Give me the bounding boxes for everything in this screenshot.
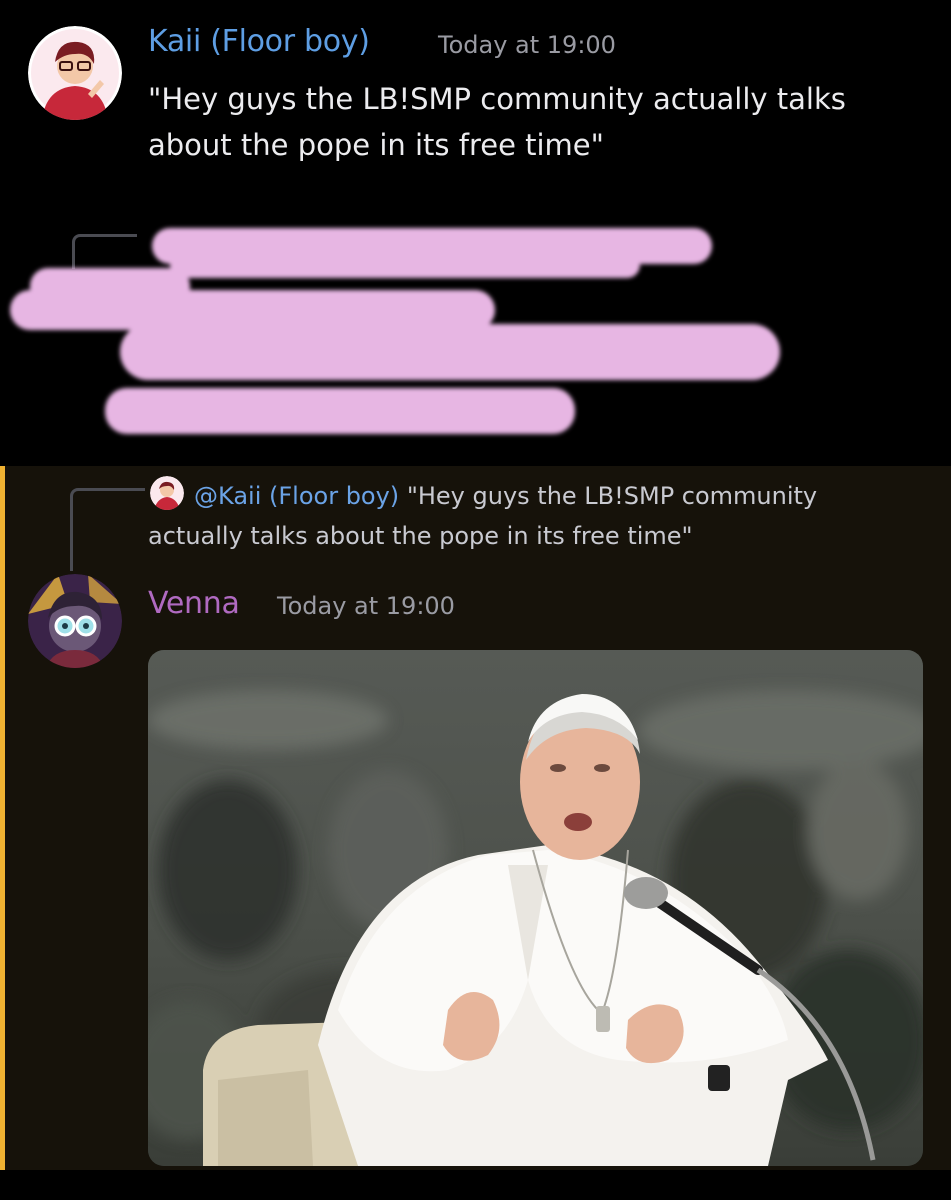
- bottom-edge: [0, 1170, 951, 1200]
- reply-spine: [70, 488, 145, 571]
- redacted-scribble: [10, 228, 780, 434]
- venna-username[interactable]: Venna: [148, 586, 240, 621]
- message-text: "Hey guys the LB!SMP community actually …: [148, 82, 846, 162]
- kaii-username[interactable]: Kaii (Floor boy): [148, 24, 370, 59]
- reply-mention[interactable]: @Kaii (Floor boy): [194, 482, 399, 510]
- message-timestamp: Today at 19:00: [277, 592, 455, 620]
- photo-attachment[interactable]: [148, 650, 923, 1166]
- reply-preview[interactable]: @Kaii (Floor boy) "Hey guys the LB!SMP c…: [148, 476, 908, 556]
- kaii-avatar[interactable]: [28, 26, 122, 120]
- venna-avatar[interactable]: [28, 574, 122, 668]
- message-timestamp: Today at 19:00: [438, 31, 616, 59]
